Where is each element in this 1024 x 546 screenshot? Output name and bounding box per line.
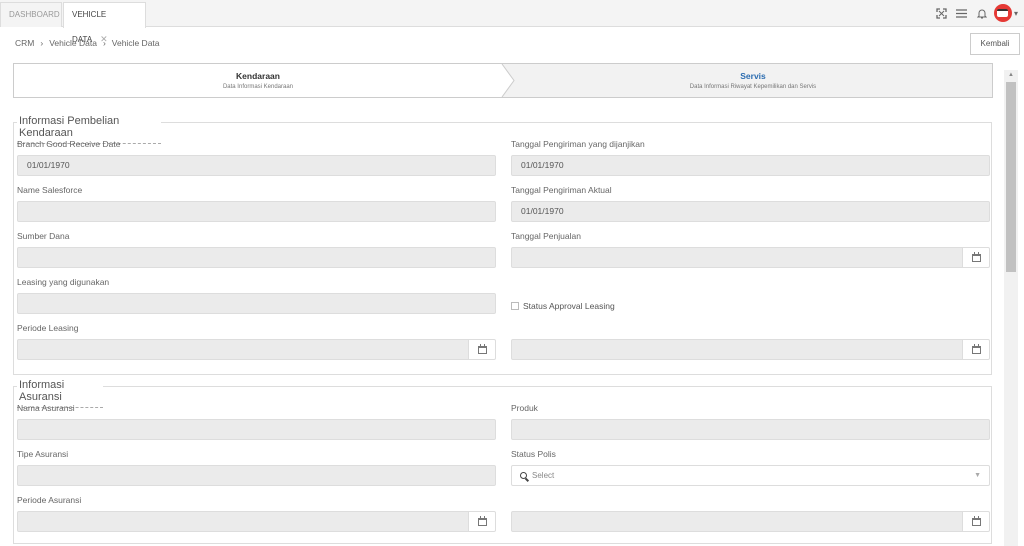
policy-status-select[interactable]: Select ▼: [511, 465, 990, 486]
avatar[interactable]: [993, 4, 1012, 22]
step-kendaraan-title: Kendaraan: [236, 71, 280, 81]
breadcrumb-parent[interactable]: Vehicle Data: [49, 38, 97, 48]
breadcrumb-separator: ›: [40, 38, 44, 48]
leasing-period-start-input[interactable]: [17, 339, 469, 360]
product-input[interactable]: [511, 419, 990, 440]
tab-dashboard[interactable]: DASHBOARD: [0, 2, 62, 27]
step-servis-subtitle: Data Informasi Riwayat Kepemilikan dan S…: [689, 84, 817, 90]
tab-vehicle-data[interactable]: VEHICLE DATA ✕: [63, 2, 146, 44]
fund-source-input[interactable]: [17, 247, 496, 268]
fullscreen-icon[interactable]: [932, 3, 952, 23]
calendar-icon: [971, 343, 981, 354]
sale-date-input[interactable]: [511, 247, 963, 268]
insurance-period-label: Periode Asuransi: [17, 495, 82, 505]
chevron-down-icon: ▼: [974, 472, 981, 479]
fund-source-label: Sumber Dana: [17, 231, 70, 241]
salesforce-name-label: Name Salesforce: [17, 185, 83, 195]
branch-good-receive-date-label: Branch Good Receive Date: [17, 139, 121, 149]
avatar-image: [997, 9, 1009, 17]
insurance-period-start-input[interactable]: [17, 511, 469, 532]
breadcrumb-crm[interactable]: CRM: [15, 38, 34, 48]
product-label: Produk: [511, 403, 538, 413]
insurance-name-label: Nama Asuransi: [17, 403, 75, 413]
leasing-used-label: Leasing yang digunakan: [17, 277, 110, 287]
search-icon: [520, 472, 527, 480]
leasing-period-label: Periode Leasing: [17, 323, 79, 333]
scrollbar[interactable]: ▲: [1004, 70, 1018, 546]
leasing-approval-label: Status Approval Leasing: [523, 301, 615, 311]
scroll-thumb[interactable]: [1006, 82, 1016, 272]
calendar-icon: [971, 515, 981, 526]
leasing-period-end-input[interactable]: [511, 339, 963, 360]
back-button[interactable]: Kembali: [970, 33, 1020, 55]
leasing-approval-checkbox[interactable]: [511, 302, 519, 310]
actual-delivery-date-label: Tanggal Pengiriman Aktual: [511, 185, 612, 195]
stepper: Kendaraan Data Informasi Kendaraan Servi…: [13, 63, 993, 98]
calendar-icon: [477, 343, 487, 354]
sale-date-calendar-button[interactable]: [962, 247, 990, 268]
salesforce-name-input[interactable]: [17, 201, 496, 222]
insurance-period-end-calendar-button[interactable]: [962, 511, 990, 532]
insurance-period-start-calendar-button[interactable]: [468, 511, 496, 532]
breadcrumb: CRM › Vehicle Data › Vehicle Data: [15, 38, 163, 48]
calendar-icon: [477, 515, 487, 526]
menu-icon[interactable]: [952, 3, 972, 23]
insurance-period-end-input[interactable]: [511, 511, 963, 532]
breadcrumb-current: Vehicle Data: [111, 38, 160, 48]
top-tab-bar: DASHBOARD VEHICLE DATA ✕ ▾: [0, 0, 1024, 44]
insurance-type-input[interactable]: [17, 465, 496, 486]
leasing-period-end-calendar-button[interactable]: [962, 339, 990, 360]
branch-good-receive-date-input[interactable]: 01/01/1970: [17, 155, 496, 176]
step-servis-title: Servis: [740, 71, 766, 81]
promised-delivery-date-label: Tanggal Pengiriman yang dijanjikan: [511, 139, 645, 149]
insurance-name-input[interactable]: [17, 419, 496, 440]
leasing-period-start-calendar-button[interactable]: [468, 339, 496, 360]
bell-icon[interactable]: [972, 3, 992, 23]
step-kendaraan-subtitle: Data Informasi Kendaraan: [222, 84, 294, 90]
calendar-icon: [971, 251, 981, 262]
top-icons: ▾: [932, 2, 1018, 24]
scroll-up-arrow-icon[interactable]: ▲: [1004, 70, 1018, 80]
policy-status-placeholder: Select: [532, 471, 555, 480]
chevron-down-icon[interactable]: ▾: [1014, 9, 1018, 18]
policy-status-label: Status Polis: [511, 449, 556, 459]
step-servis[interactable]: Servis Data Informasi Riwayat Kepemilika…: [514, 64, 992, 97]
purchase-info-section: Informasi Pembelian Kendaraan Branch Goo…: [13, 115, 992, 375]
step-kendaraan[interactable]: Kendaraan Data Informasi Kendaraan: [14, 64, 502, 97]
actual-delivery-date-input[interactable]: 01/01/1970: [511, 201, 990, 222]
leasing-approval-row: Status Approval Leasing: [511, 301, 615, 311]
insurance-info-section: Informasi Asuransi Nama Asuransi Produk …: [13, 379, 992, 544]
tab-dashboard-label: DASHBOARD: [9, 10, 60, 19]
promised-delivery-date-input[interactable]: 01/01/1970: [511, 155, 990, 176]
leasing-used-input[interactable]: [17, 293, 496, 314]
insurance-type-label: Tipe Asuransi: [17, 449, 69, 459]
breadcrumb-separator: ›: [102, 38, 106, 48]
sale-date-label: Tanggal Penjualan: [511, 231, 581, 241]
